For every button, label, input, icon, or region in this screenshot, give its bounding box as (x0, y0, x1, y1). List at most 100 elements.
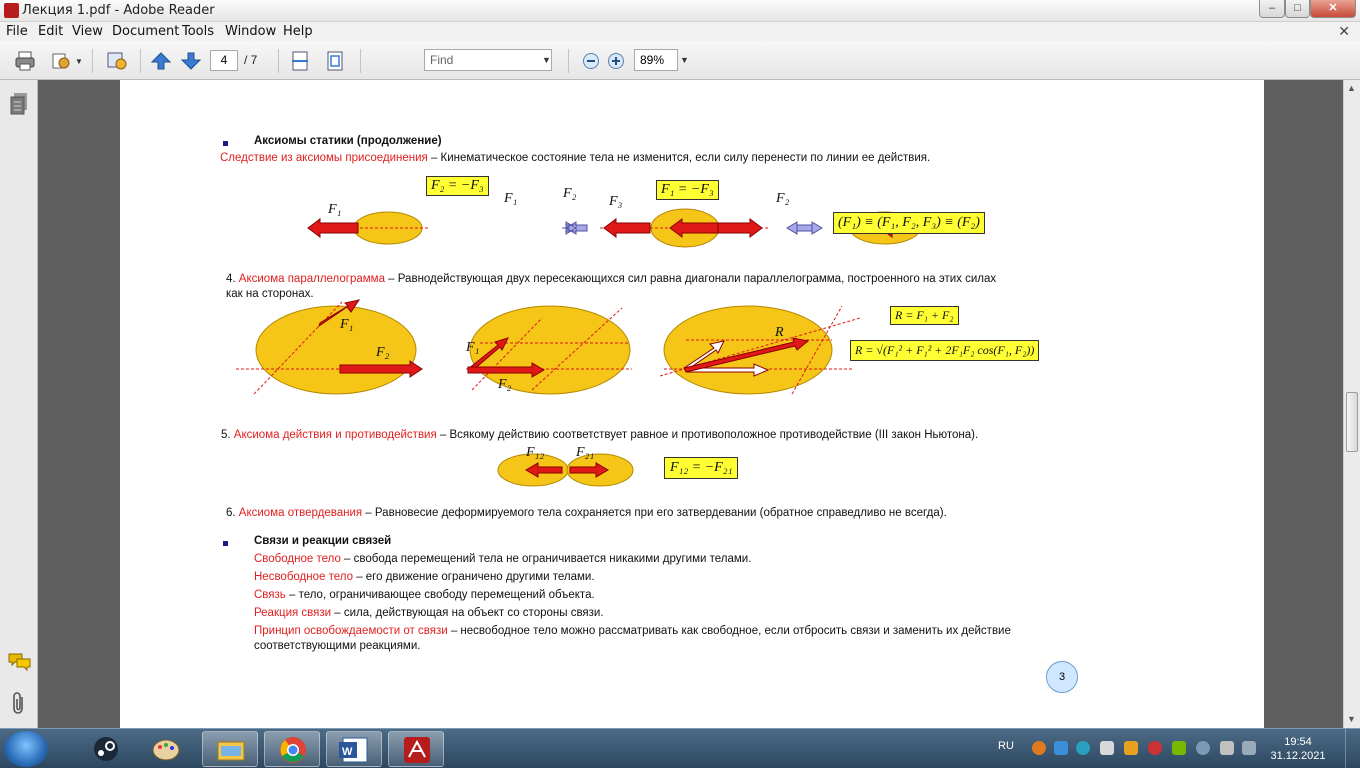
chrome-icon[interactable] (264, 731, 320, 767)
menu-help[interactable]: Help (283, 24, 313, 39)
tray-app-icon[interactable] (1054, 741, 1068, 755)
axiom5-line: 5. Аксиома действия и противодействия – … (221, 429, 978, 441)
definition-term: Несвободное тело (254, 571, 353, 583)
definition-text: – сила, действующая на объект со стороны… (331, 607, 604, 619)
system-tray: RU 19:54 31.12.2021 (990, 729, 1360, 768)
toolbar-separator (92, 49, 93, 73)
language-indicator[interactable]: RU (998, 740, 1014, 752)
force-label: F₂ (776, 191, 790, 206)
definition-term: Принцип освобождаемости от связи (254, 625, 448, 637)
clock-time: 19:54 (1284, 736, 1312, 748)
tray-app-icon[interactable] (1124, 741, 1138, 755)
toolbar-separator (360, 49, 361, 73)
zoom-out-icon[interactable] (582, 52, 600, 70)
title-bar: Лекция 1.pdf - Adobe Reader – □ ✕ (0, 0, 1360, 22)
equation-box: R = F₁ + F₂ (890, 306, 959, 325)
minimize-button[interactable]: – (1259, 0, 1285, 18)
force-label: F₂ (498, 377, 512, 392)
attachments-panel-icon[interactable] (10, 692, 28, 716)
start-button[interactable] (4, 731, 48, 767)
network-icon[interactable] (1242, 741, 1256, 755)
comments-panel-icon[interactable] (8, 652, 32, 672)
show-desktop-button[interactable] (1345, 729, 1360, 768)
close-button[interactable]: ✕ (1310, 0, 1356, 18)
share-dropdown-icon[interactable]: ▼ (75, 57, 83, 66)
corollary-line: Следствие из аксиомы присоединения – Кин… (220, 152, 930, 164)
scroll-down-icon[interactable]: ▼ (1347, 714, 1356, 724)
bullet-icon (223, 141, 228, 146)
axiom6-line: 6. Аксиома отвердевания – Равновесие деф… (226, 507, 947, 519)
tray-app-icon[interactable] (1076, 741, 1090, 755)
bullet-icon (223, 541, 228, 546)
axiom5-number: 5. (221, 429, 234, 441)
previous-page-icon[interactable] (150, 50, 172, 72)
menu-edit[interactable]: Edit (38, 24, 63, 39)
taskbar: W RU 19:54 31.12.2021 (0, 728, 1360, 768)
next-page-icon[interactable] (180, 50, 202, 72)
menu-document[interactable]: Document (112, 24, 179, 39)
tray-app-icon[interactable] (1032, 741, 1046, 755)
definition-line: Связь – тело, ограничивающее свободу пер… (254, 589, 595, 601)
collaborate-icon[interactable] (106, 50, 128, 72)
menu-window[interactable]: Window (225, 24, 276, 39)
svg-text:W: W (342, 746, 353, 758)
adobe-reader-icon (4, 3, 19, 18)
force-label: R (775, 325, 784, 340)
heading-axioms: Аксиомы статики (продолжение) (254, 135, 442, 147)
clock[interactable]: 19:54 31.12.2021 (1266, 735, 1330, 763)
paint-icon[interactable] (138, 731, 194, 767)
nvidia-icon[interactable] (1172, 741, 1186, 755)
page-number-input[interactable]: 4 (210, 50, 238, 71)
force-label: F₁ (466, 340, 480, 355)
zoom-in-icon[interactable] (607, 52, 625, 70)
print-icon[interactable] (14, 50, 36, 72)
definition-term: Реакция связи (254, 607, 332, 619)
equation-box: F₁ = −F₃ (656, 180, 719, 200)
toolbar-separator (278, 49, 279, 73)
definition-line: Свободное тело – свобода перемещений тел… (254, 553, 751, 565)
zoom-dropdown-icon[interactable]: ▼ (680, 55, 689, 65)
menu-bar: File Edit View Document Tools Window Hel… (0, 22, 1360, 41)
scroll-up-icon[interactable]: ▲ (1347, 83, 1356, 93)
scrollbar-thumb[interactable] (1346, 392, 1358, 452)
find-placeholder: Find (430, 53, 454, 67)
find-dropdown-icon[interactable]: ▼ (542, 55, 551, 65)
force-label: F₁ (504, 191, 518, 206)
menu-tools[interactable]: Tools (182, 24, 214, 39)
definition-text: – несвободное тело можно рассматривать к… (447, 625, 1011, 637)
tray-app-icon[interactable] (1100, 741, 1114, 755)
adobe-reader-taskbar-icon[interactable] (388, 731, 444, 767)
definition-text: – его движение ограничено другими телами… (353, 571, 595, 583)
vertical-scrollbar[interactable]: ▲ ▼ (1343, 80, 1360, 728)
steam-icon[interactable] (78, 731, 134, 767)
find-input[interactable]: Find ▼ (424, 49, 552, 71)
word-icon[interactable]: W (326, 731, 382, 767)
menu-view[interactable]: View (72, 24, 103, 39)
diagram-parallelogram (236, 299, 861, 395)
axiom4-label: Аксиома параллелограмма (238, 273, 385, 285)
maximize-button[interactable]: □ (1285, 0, 1310, 18)
axiom4-number: 4. (226, 273, 239, 285)
corollary-text: – Кинематическое состояние тела не измен… (427, 152, 931, 164)
equation-box: F₁₂ = −F₂₁ (664, 457, 739, 479)
volume-icon[interactable] (1196, 741, 1210, 755)
share-icon[interactable] (50, 50, 72, 72)
axiom6-label: Аксиома отвердевания (238, 507, 363, 519)
definition-text-cont: соответствующими реакциями. (254, 640, 421, 652)
force-label: F₂ (376, 345, 390, 360)
tray-app-icon[interactable] (1148, 741, 1162, 755)
document-close-icon[interactable]: ✕ (1338, 23, 1350, 40)
page-number-badge: 3 (1046, 661, 1078, 693)
pages-panel-icon[interactable] (9, 92, 29, 116)
fit-page-icon[interactable] (324, 50, 346, 72)
equation-box: F₂ = −F₃ (426, 176, 489, 196)
flag-icon[interactable] (1220, 741, 1234, 755)
explorer-icon[interactable] (202, 731, 258, 767)
diagram-action-reaction (497, 453, 634, 487)
menu-file[interactable]: File (6, 24, 28, 39)
fit-width-icon[interactable] (289, 50, 311, 72)
page-total: / 7 (244, 53, 258, 67)
definition-text: – тело, ограничивающее свободу перемещен… (285, 589, 595, 601)
zoom-input[interactable]: 89% (634, 49, 678, 71)
toolbar: ▼ 4 / 7 Find ▼ 89% ▼ (0, 41, 1360, 80)
